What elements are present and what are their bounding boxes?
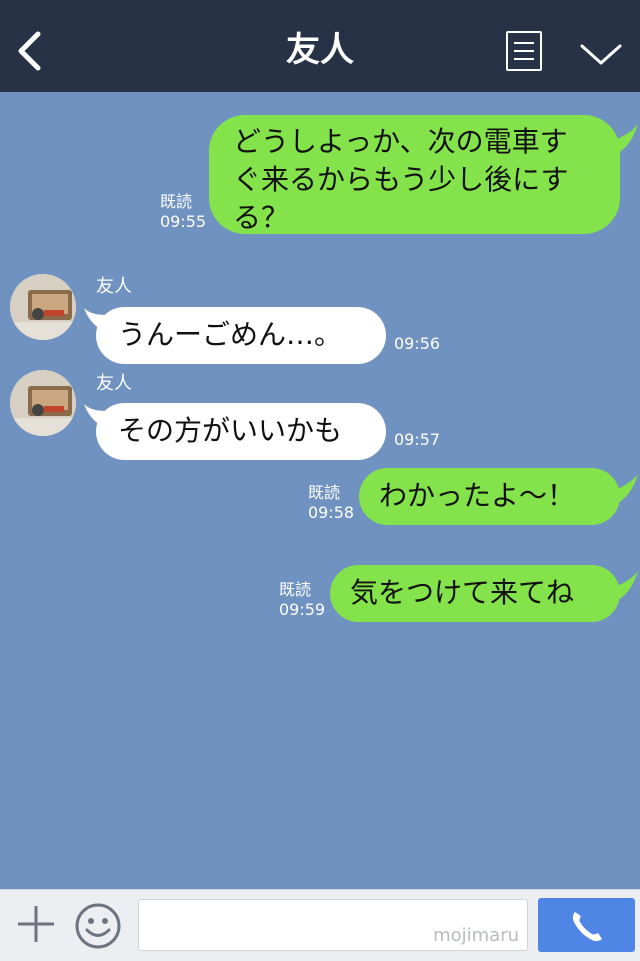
message-time: 09:59 [279, 600, 326, 619]
read-receipt: 既読 [279, 580, 312, 599]
collapse-button[interactable] [578, 36, 624, 72]
message-text-line: どうしよっか、次の電車す [233, 125, 568, 158]
phone-icon [572, 912, 602, 942]
message-meta: 既読 09:55 [160, 192, 206, 232]
message-text: うんーごめん…。 [118, 318, 343, 351]
add-button[interactable] [16, 904, 56, 944]
call-button[interactable] [538, 898, 635, 952]
chevron-down-icon [580, 44, 622, 65]
chat-area[interactable]: 既読 09:55 どうしよっか、次の電車す ぐ来るからもう少し後にす る？ 友人… [0, 92, 640, 889]
plus-icon [18, 906, 54, 942]
message-text: 気をつけて来てね [350, 576, 575, 609]
avatar[interactable] [10, 274, 76, 340]
message-bubble[interactable]: 気をつけて来てね [330, 565, 620, 622]
message-bubble[interactable]: うんーごめん…。 [96, 307, 386, 364]
friend-avatar-image [10, 370, 76, 436]
message-input[interactable]: mojimaru [138, 899, 528, 951]
read-receipt: 既読 [160, 192, 193, 211]
avatar[interactable] [10, 370, 76, 436]
menu-button[interactable] [506, 31, 542, 71]
message-time: 09:57 [394, 430, 441, 449]
watermark: mojimaru [433, 925, 519, 946]
message-time: 09:58 [308, 503, 355, 522]
emoji-button[interactable] [74, 902, 122, 950]
input-bar: mojimaru [0, 889, 640, 961]
message-meta: 既読 09:58 [308, 483, 354, 523]
sender-name: 友人 [96, 373, 132, 394]
message-meta: 既読 09:59 [279, 580, 325, 620]
message-text: わかったよ〜！ [379, 479, 576, 512]
sender-name: 友人 [96, 276, 132, 297]
message-text-line: る？ [233, 201, 290, 234]
message-text: その方がいいかも [118, 414, 343, 447]
message-time: 09:55 [160, 212, 207, 231]
emoji-icon [75, 903, 121, 949]
chat-title: 友人 [286, 30, 354, 70]
message-time: 09:56 [394, 334, 441, 353]
message-text-line: ぐ来るからもう少し後にす [233, 163, 569, 196]
chat-header: 友人 [0, 0, 640, 92]
menu-list-icon [514, 42, 534, 44]
read-receipt: 既読 [308, 483, 341, 502]
message-bubble[interactable]: わかったよ〜！ [359, 468, 620, 525]
message-bubble[interactable]: その方がいいかも [96, 403, 386, 460]
friend-avatar-image [10, 274, 76, 340]
message-bubble[interactable]: どうしよっか、次の電車す ぐ来るからもう少し後にす る？ [209, 115, 620, 234]
